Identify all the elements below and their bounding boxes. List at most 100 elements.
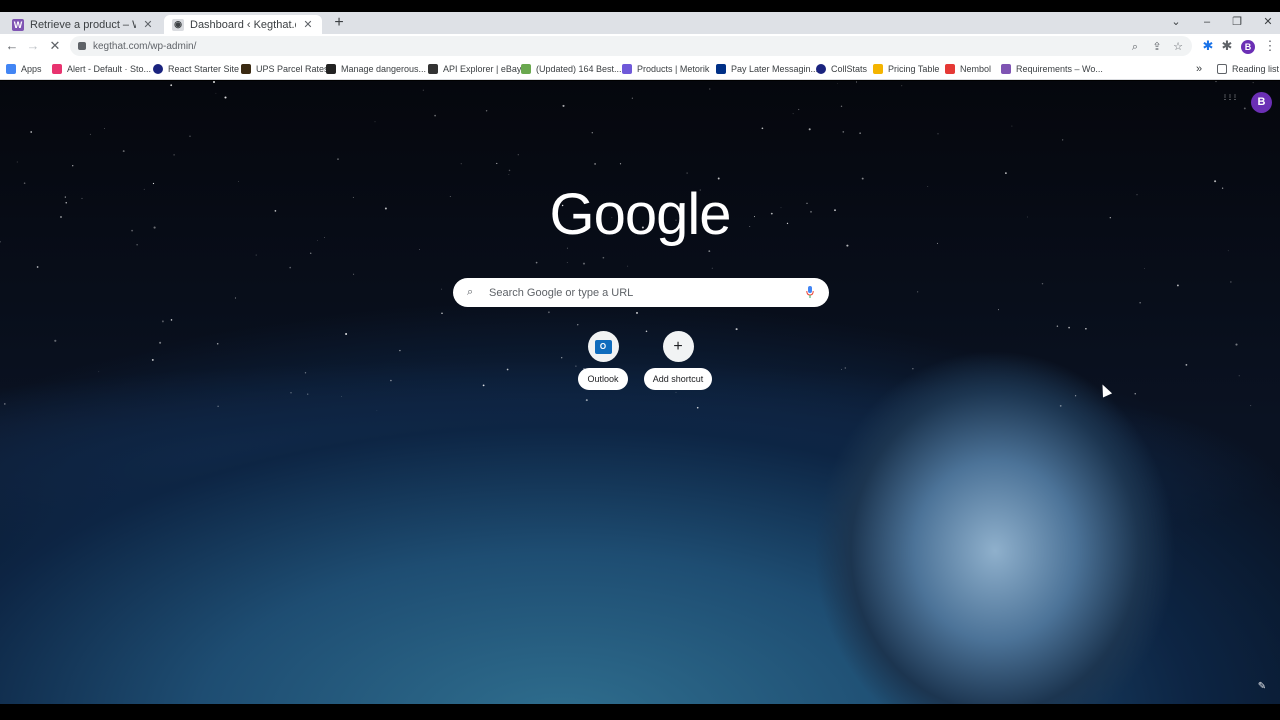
bookmark-item[interactable]: Pay Later Messagin... xyxy=(716,62,818,76)
star xyxy=(1144,268,1145,269)
star xyxy=(81,197,83,199)
star xyxy=(0,241,1,243)
bookmark-item[interactable]: Pricing Table xyxy=(873,62,939,76)
profile-avatar[interactable]: B xyxy=(1241,40,1255,54)
star xyxy=(619,163,622,165)
profile-avatar[interactable]: B xyxy=(1251,92,1272,113)
star xyxy=(1059,404,1062,407)
close-window-button[interactable]: ✕ xyxy=(1258,14,1278,30)
bookmark-item[interactable]: Requirements – Wo... xyxy=(1001,62,1103,76)
star xyxy=(122,150,125,153)
star xyxy=(153,226,156,229)
search-input[interactable] xyxy=(489,286,805,299)
star xyxy=(189,135,191,137)
customize-edit-icon[interactable]: ✎ xyxy=(1256,681,1268,693)
bookmark-item[interactable]: CollStats xyxy=(816,62,867,76)
add-icon[interactable]: + xyxy=(662,331,694,362)
address-bar[interactable]: kegthat.com/wp-admin/ ⌕ ⇪ ☆ xyxy=(70,36,1192,56)
shortcut-add[interactable]: + Add shortcut xyxy=(643,331,713,390)
star xyxy=(602,256,605,259)
star xyxy=(307,393,309,395)
new-tab-button[interactable]: + xyxy=(330,14,348,32)
mic-icon[interactable] xyxy=(805,285,815,300)
google-apps-icon[interactable]: ⋮⋮⋮ xyxy=(1222,95,1238,110)
restore-button[interactable]: ❐ xyxy=(1227,14,1247,30)
bookmark-item[interactable]: Nembol xyxy=(945,62,991,76)
bookmark-favicon-icon xyxy=(945,64,955,74)
tab-woocommerce[interactable]: W Retrieve a product – WooComme ✕ xyxy=(4,15,162,34)
star xyxy=(317,240,318,241)
bookmarks-overflow-button[interactable]: » xyxy=(1196,62,1202,76)
shortcut-label: Outlook xyxy=(578,368,628,390)
star xyxy=(1139,302,1141,304)
outlook-icon: O xyxy=(594,339,612,354)
bookmark-label: Nembol xyxy=(960,64,992,74)
new-tab-page: ⋮⋮⋮ B Google ⌕ O Outlook + Add shortcut … xyxy=(0,81,1280,704)
bookmark-item[interactable]: Products | Metorik xyxy=(622,62,709,76)
bookmark-item[interactable]: Alert - Default · Sto... xyxy=(52,62,151,76)
star xyxy=(224,96,227,99)
bookmark-favicon-icon xyxy=(816,64,826,74)
star xyxy=(449,196,451,197)
star xyxy=(508,174,510,175)
star xyxy=(290,392,292,394)
share-icon[interactable]: ⇪ xyxy=(1150,40,1164,54)
star xyxy=(810,210,812,213)
shortcut-outlook[interactable]: O Outlook xyxy=(568,331,638,390)
back-icon[interactable]: ← xyxy=(4,38,20,54)
star xyxy=(460,163,462,165)
extension-icon[interactable]: ✱ xyxy=(1200,38,1216,54)
tab-dashboard[interactable]: ◉ Dashboard ‹ Kegthat.com — Wo ✕ xyxy=(164,15,322,34)
star xyxy=(234,297,236,299)
tab-close-icon[interactable]: ✕ xyxy=(142,18,154,31)
star-icon[interactable]: ☆ xyxy=(1171,40,1185,54)
bookmark-favicon-icon xyxy=(716,64,726,74)
url-text: kegthat.com/wp-admin/ xyxy=(93,40,197,52)
bookmark-favicon-icon xyxy=(428,64,438,74)
zoom-icon[interactable]: ⌕ xyxy=(1128,40,1142,54)
star xyxy=(1085,328,1087,330)
star xyxy=(1005,172,1007,174)
shortcut-tile[interactable]: O xyxy=(587,331,619,362)
bookmark-item[interactable]: React Starter Site xyxy=(153,62,239,76)
search-icon: ⌕ xyxy=(467,286,474,298)
star xyxy=(161,320,164,323)
star xyxy=(770,212,773,215)
star xyxy=(861,177,864,180)
letterbox-bottom xyxy=(0,704,1280,720)
bookmark-apps[interactable]: Apps xyxy=(6,62,42,76)
reading-list-button[interactable]: Reading list xyxy=(1217,62,1279,76)
star xyxy=(1074,395,1077,397)
star xyxy=(1062,139,1064,141)
star xyxy=(324,237,325,238)
star xyxy=(16,161,18,163)
menu-icon[interactable]: ⋮ xyxy=(1262,38,1278,54)
bookmark-item[interactable]: API Explorer | eBay xyxy=(428,62,521,76)
bookmark-item[interactable]: Manage dangerous... xyxy=(326,62,426,76)
star xyxy=(216,342,219,345)
star xyxy=(859,132,861,134)
star xyxy=(631,97,633,99)
search-box[interactable]: ⌕ xyxy=(453,278,829,307)
bookmark-label: Apps xyxy=(21,64,42,74)
forward-icon[interactable]: → xyxy=(25,38,41,54)
bookmark-item[interactable]: UPS Parcel Rates xyxy=(241,62,329,76)
tab-title: Retrieve a product – WooComme xyxy=(30,18,136,31)
star xyxy=(517,154,519,156)
tab-search-icon[interactable]: ⌄ xyxy=(1166,14,1186,30)
star xyxy=(582,262,586,265)
bookmark-favicon-icon xyxy=(1001,64,1011,74)
tab-close-icon[interactable]: ✕ xyxy=(302,18,314,31)
star xyxy=(1109,217,1111,219)
bookmark-item[interactable]: (Updated) 164 Best... xyxy=(521,62,622,76)
extensions-icon[interactable]: ✱ xyxy=(1219,38,1235,54)
star xyxy=(422,89,424,91)
lock-icon[interactable] xyxy=(78,42,86,50)
stop-reload-icon[interactable]: ✕ xyxy=(47,38,63,54)
star xyxy=(352,196,354,198)
minimize-button[interactable]: – xyxy=(1197,14,1217,30)
bookmark-label: Alert - Default · Sto... xyxy=(67,64,152,74)
star xyxy=(217,405,219,407)
google-logo: Google xyxy=(549,182,731,247)
star xyxy=(844,367,846,369)
